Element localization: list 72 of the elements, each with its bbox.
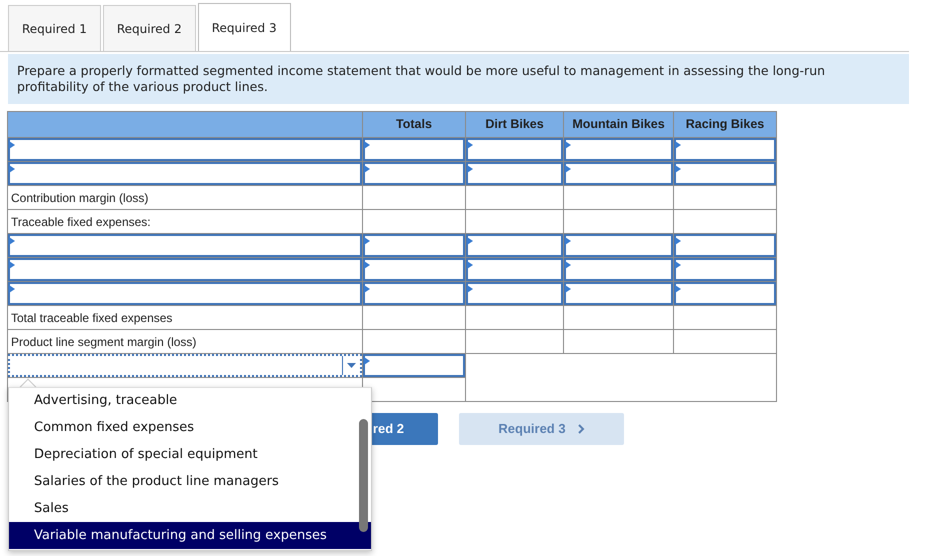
dropdown-option[interactable]: Salaries of the product line managers	[9, 468, 371, 495]
column-header: Totals	[362, 112, 466, 138]
flag-icon	[364, 165, 370, 173]
input-field[interactable]	[363, 162, 465, 185]
row-label: Product line segment margin (loss)	[10, 334, 196, 348]
instructions-text: Prepare a properly formatted segmented income statement that would be more useful to management in assessing the long-run profitability of the various product lines.	[8, 54, 909, 104]
flag-icon	[467, 285, 473, 293]
row-label: Contribution margin (loss)	[10, 190, 148, 204]
input-field[interactable]	[564, 162, 673, 185]
flag-icon	[565, 237, 571, 245]
input-field[interactable]	[363, 282, 465, 305]
column-header: Racing Bikes	[674, 112, 776, 138]
input-field[interactable]	[674, 282, 776, 305]
flag-icon	[9, 165, 15, 173]
input-field[interactable]	[674, 138, 776, 161]
input-field[interactable]	[674, 162, 776, 185]
column-header: Dirt Bikes	[466, 112, 564, 138]
input-field[interactable]	[674, 258, 776, 281]
input-field[interactable]	[363, 354, 465, 377]
tab[interactable]: Required 1	[8, 5, 101, 51]
flag-icon	[9, 141, 15, 149]
flag-icon	[565, 261, 571, 269]
flag-icon	[364, 357, 370, 365]
flag-icon	[467, 165, 473, 173]
flag-icon	[675, 237, 681, 245]
flag-icon	[364, 285, 370, 293]
dropdown-option[interactable]: Sales	[9, 495, 371, 522]
input-field[interactable]	[8, 258, 362, 281]
flag-icon	[675, 261, 681, 269]
flag-icon	[467, 141, 473, 149]
input-field[interactable]	[8, 138, 362, 161]
flag-icon	[364, 261, 370, 269]
dropdown-field[interactable]	[8, 354, 362, 377]
column-header: Mountain Bikes	[564, 112, 674, 138]
dropdown-option[interactable]: Variable manufacturing and selling expenses	[9, 522, 371, 549]
input-field[interactable]	[564, 282, 673, 305]
chevron-right-icon	[578, 424, 585, 434]
input-field[interactable]	[466, 258, 563, 281]
input-field[interactable]	[8, 162, 362, 185]
flag-icon	[467, 261, 473, 269]
input-field[interactable]	[564, 234, 673, 257]
flag-icon	[9, 285, 15, 293]
input-field[interactable]	[674, 234, 776, 257]
input-field[interactable]	[363, 234, 465, 257]
dropdown-option[interactable]: Advertising, traceable	[9, 388, 371, 414]
row-label: Traceable fixed expenses:	[10, 214, 151, 228]
flag-icon	[565, 165, 571, 173]
scrollbar[interactable]	[359, 419, 368, 532]
flag-icon	[467, 237, 473, 245]
flag-icon	[675, 285, 681, 293]
flag-icon	[9, 261, 15, 269]
flag-icon	[675, 165, 681, 173]
caret-icon	[347, 363, 356, 368]
input-field[interactable]	[466, 282, 563, 305]
input-field[interactable]	[466, 138, 563, 161]
flag-icon	[364, 237, 370, 245]
flag-icon	[9, 237, 15, 245]
input-field[interactable]	[466, 234, 563, 257]
input-field[interactable]	[466, 162, 563, 185]
input-field[interactable]	[8, 234, 362, 257]
flag-icon	[364, 141, 370, 149]
flag-icon	[675, 141, 681, 149]
tab[interactable]: Required 3	[198, 3, 291, 51]
input-field[interactable]	[8, 282, 362, 305]
input-field[interactable]	[363, 258, 465, 281]
row-label: Total traceable fixed expenses	[10, 310, 172, 324]
flag-icon	[565, 141, 571, 149]
input-field[interactable]	[363, 138, 465, 161]
input-field[interactable]	[564, 258, 673, 281]
input-field[interactable]	[564, 138, 673, 161]
flag-icon	[565, 285, 571, 293]
tab[interactable]: Required 2	[102, 5, 196, 51]
